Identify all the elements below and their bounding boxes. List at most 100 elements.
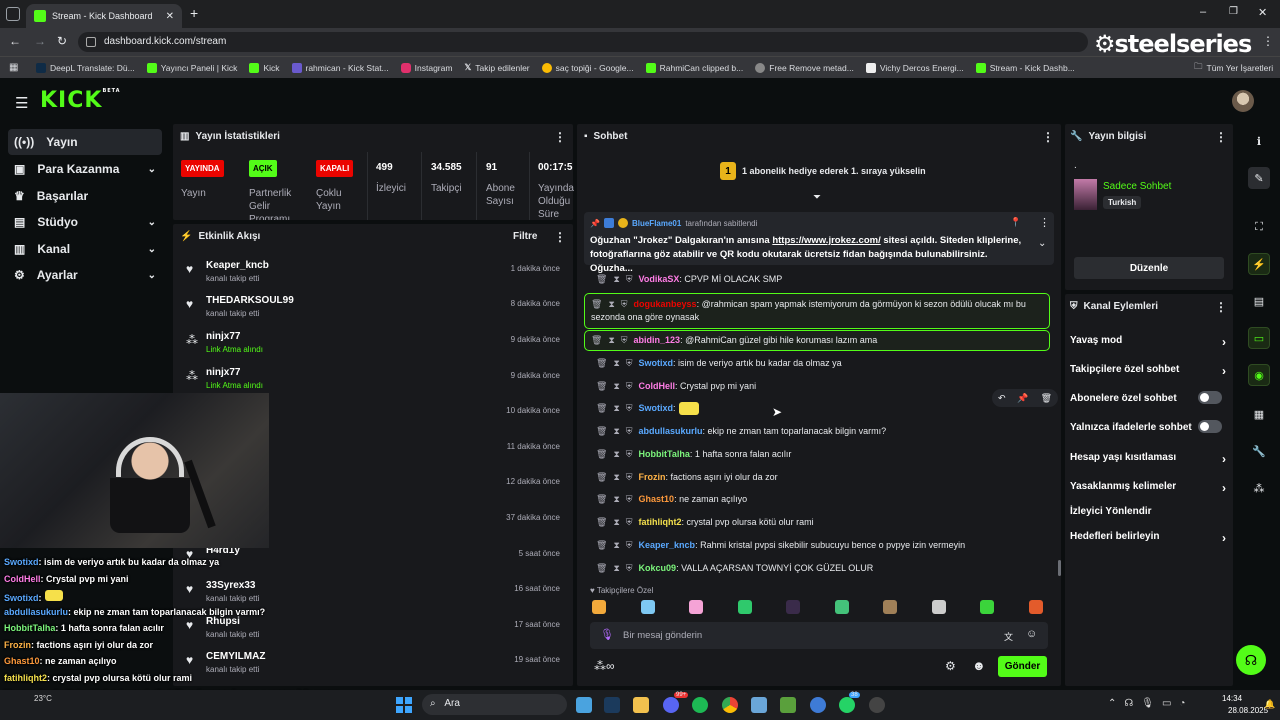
document-icon[interactable]: ▤ <box>1248 290 1270 312</box>
avatar[interactable] <box>1232 90 1254 112</box>
delete-icon[interactable]: 🗑 <box>596 517 607 527</box>
chat-username[interactable]: ColdHell <box>639 381 676 391</box>
activity-item[interactable]: ⁂ ninjx77 Link Atma alındı 9 dakika önce <box>184 331 564 367</box>
toggle-switch[interactable] <box>1198 391 1222 404</box>
timeout-icon[interactable]: ⧗ <box>613 517 619 527</box>
chat-username[interactable]: Kokcu09 <box>639 563 677 573</box>
delete-icon[interactable]: 🗑 <box>596 426 607 436</box>
toggle-switch[interactable] <box>1198 420 1222 433</box>
forward-icon[interactable]: → <box>34 34 46 48</box>
emote-cup-icon[interactable] <box>737 600 752 614</box>
folder-icon[interactable] <box>633 697 649 713</box>
activity-username[interactable]: THEDARKSOUL99 <box>206 295 294 306</box>
sidebar-item-studyo[interactable]: ▤ Stüdyo ⌄ <box>8 209 162 235</box>
bookmark-google[interactable]: saç topiği - Google... <box>541 62 634 73</box>
all-bookmarks[interactable]: 🗀 Tüm Yer İşaretleri <box>1194 61 1273 75</box>
hamburger-menu-icon[interactable]: ☰ <box>15 94 28 112</box>
gift-banner[interactable]: 1 1 abonelik hediye ederek 1. sıraya yük… <box>720 162 926 180</box>
chat-message[interactable]: 🗑 ⧗ ⛨ ColdHell: Crystal pvp mi yani <box>590 380 1050 393</box>
back-icon[interactable]: ← <box>9 34 21 48</box>
expand-pinned-icon[interactable]: ⌄ <box>1038 238 1046 249</box>
apps-icon[interactable]: ▦ <box>9 62 18 73</box>
delete-icon[interactable]: 🗑 <box>596 563 607 573</box>
edit-icon[interactable]: ✎ <box>1248 167 1270 189</box>
emote-blob-icon[interactable] <box>980 600 994 614</box>
chat-menu-icon[interactable]: ⋮ <box>1042 130 1054 144</box>
channel-action-row[interactable]: Hedefleri belirleyin › <box>1070 531 1230 545</box>
delete-icon[interactable]: 🗑 <box>596 274 607 284</box>
activity-username[interactable]: Rhupsi <box>206 616 240 627</box>
chat-scrollbar[interactable] <box>1058 560 1061 576</box>
chat-message[interactable]: 🗑 ⧗ ⛨ HobbitTalha: 1 hafta sonra falan acıl… <box>590 448 1050 461</box>
delete-icon[interactable]: 🗑 <box>596 540 607 550</box>
bookmark-clip[interactable]: RahmiCan clipped b... <box>645 62 743 73</box>
apps-icon[interactable]: ⁂ <box>1248 477 1270 499</box>
timeout-icon[interactable]: ⧗ <box>613 472 619 482</box>
sidebar-item-para-kazanma[interactable]: ▣ Para Kazanma ⌄ <box>8 156 162 182</box>
activity-username[interactable]: 33Syrex33 <box>206 580 256 591</box>
unpin-icon[interactable]: 📍 <box>1010 217 1021 228</box>
bookmark-kick[interactable]: Kick <box>249 62 280 73</box>
timeout-icon[interactable]: ⧗ <box>613 494 619 504</box>
new-tab-button[interactable]: + <box>190 5 198 21</box>
emote-pig-icon[interactable] <box>689 600 703 614</box>
emote-hand-icon[interactable] <box>592 600 606 614</box>
chat-message[interactable]: 🗑 ⧗ ⛨ Swotixd: isim de veriyo artık bu kada… <box>590 357 1050 370</box>
chat-tools-icon[interactable]: ⁂∞ <box>594 659 615 673</box>
activity-username[interactable]: Keaper_kncb <box>206 260 269 271</box>
activity-username[interactable]: ninjx77 <box>206 331 240 342</box>
app-icon[interactable] <box>751 697 767 713</box>
tab-list-icon[interactable] <box>6 7 20 21</box>
chat-username[interactable]: abdullasukurlu <box>639 426 703 436</box>
channel-action-row[interactable]: Abonelere özel sohbet <box>1070 391 1230 404</box>
channel-action-row[interactable]: Yavaş mod › <box>1070 335 1230 349</box>
bookmark-kick-stats[interactable]: rahmican - Kick Stat... <box>291 62 389 73</box>
send-button[interactable]: Gönder <box>998 656 1047 677</box>
browser-tab[interactable]: Stream - Kick Dashboard ✕ <box>26 4 182 28</box>
close-tab-icon[interactable]: ✕ <box>166 11 174 22</box>
delete-message-icon[interactable]: 🗑 <box>1041 393 1052 404</box>
bookmark-x[interactable]: 𝕏 Takip edilenler <box>464 62 529 73</box>
chat-message[interactable]: 🗑 ⧗ ⛨ fatihliqht2: crystal pvp olursa kötü … <box>590 516 1050 529</box>
chat-username[interactable]: fatihliqht2 <box>639 517 682 527</box>
reply-icon[interactable]: ↶ <box>998 393 1006 404</box>
chat-username[interactable]: abidin_123 <box>634 335 681 345</box>
delete-icon[interactable]: 🗑 <box>596 403 607 413</box>
site-info-icon[interactable] <box>86 37 96 47</box>
pinned-menu-icon[interactable]: ⋮ <box>1039 216 1050 229</box>
chat-message[interactable]: 🗑 ⧗ ⛨ Kokcu09: VALLA AÇARSAN TOWNYİ ÇOK GÜZ… <box>590 562 1050 575</box>
delete-icon[interactable]: 🗑 <box>596 449 607 459</box>
bookmark-vichy[interactable]: Vichy Dercos Energi... <box>865 62 964 73</box>
pin-message-icon[interactable]: 📌 <box>1017 393 1028 404</box>
timeout-icon[interactable]: ⧗ <box>613 540 619 550</box>
bookmark-deepl[interactable]: DeepL Translate: Dü... <box>36 62 135 73</box>
timeout-icon[interactable]: ⧗ <box>613 381 619 391</box>
discord-icon[interactable] <box>663 697 679 713</box>
channel-action-row[interactable]: Takipçilere özel sohbet › <box>1070 364 1230 378</box>
sidebar-item-basarilar[interactable]: ♛ Başarılar <box>8 183 162 209</box>
bookmark-kick-panel[interactable]: Yayıncı Paneli | Kick <box>146 62 237 73</box>
edit-stream-button[interactable]: Düzenle <box>1074 257 1224 279</box>
timeout-icon[interactable]: ⧗ <box>608 335 614 345</box>
chat-username[interactable]: dogukanbeyss <box>634 299 697 309</box>
emote-box-icon[interactable] <box>883 600 897 614</box>
lightning-icon[interactable]: ⚡ <box>1248 253 1270 275</box>
timeout-icon[interactable]: ⧗ <box>613 403 619 413</box>
chat-username[interactable]: Frozin <box>639 472 666 482</box>
vpn-icon[interactable] <box>810 697 826 713</box>
pinned-by-user[interactable]: BlueFlame01 <box>632 219 681 228</box>
restore-icon[interactable]: ❐ <box>1229 6 1238 17</box>
sidebar-item-kanal[interactable]: ▥ Kanal ⌄ <box>8 236 162 262</box>
chat-username[interactable]: Swotixd <box>639 358 674 368</box>
bookmark-metadata[interactable]: Free Remove metad... <box>755 62 854 73</box>
info-icon[interactable]: ℹ <box>1248 130 1270 152</box>
delete-icon[interactable]: 🗑 <box>596 472 607 482</box>
delete-icon[interactable]: 🗑 <box>596 358 607 368</box>
bookmark-stream[interactable]: Stream - Kick Dashb... <box>975 62 1075 73</box>
delete-icon[interactable]: 🗑 <box>591 335 602 345</box>
bookmark-instagram[interactable]: Instagram <box>400 62 452 73</box>
chat-message[interactable]: 🗑 ⧗ ⛨ dogukanbeyss: @rahmican spam yapmak i… <box>584 293 1050 329</box>
support-button[interactable]: ☊ <box>1236 645 1266 675</box>
chat-username[interactable]: Swotixd <box>639 403 674 413</box>
reload-icon[interactable]: ↻ <box>57 34 67 48</box>
